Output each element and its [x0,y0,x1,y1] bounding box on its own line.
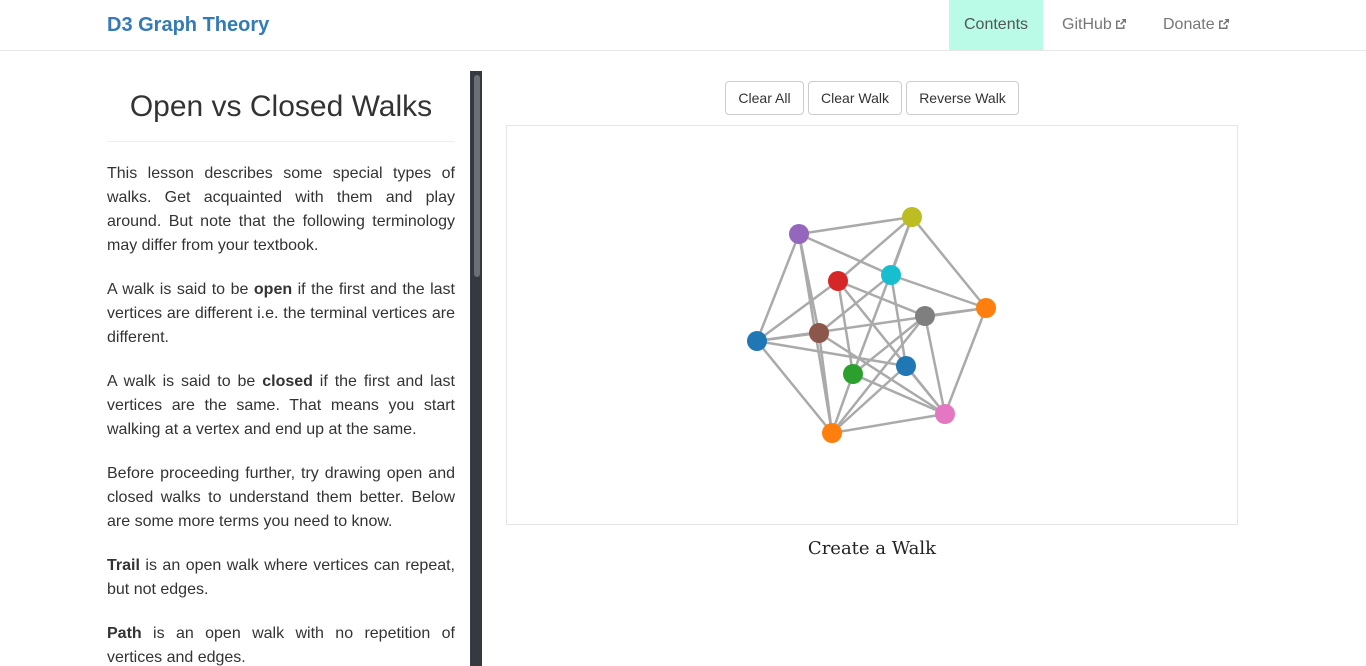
nav-github-label: GitHub [1062,16,1112,33]
graph-vertex[interactable] [822,423,842,443]
scrollbar-thumb[interactable] [474,75,480,277]
graph-vertex[interactable] [828,271,848,291]
graph-canvas-panel[interactable] [506,125,1238,525]
external-link-icon [1115,19,1126,29]
reverse-walk-button[interactable]: Reverse Walk [906,81,1019,115]
nav-github[interactable]: GitHub [1047,0,1142,50]
graph-edge[interactable] [756,339,907,368]
graph-vertex[interactable] [896,356,916,376]
brand-link[interactable]: D3 Graph Theory [107,13,269,37]
path-definition: Path is an open walk with no repetition … [107,622,455,666]
page-title: Open vs Closed Walks [107,89,455,142]
text-fragment: A walk is said to be [107,281,254,298]
trail-definition: Trail is an open walk where vertices can… [107,554,455,602]
text-fragment: is an open walk with no repetition of ve… [107,625,455,666]
navbar: D3 Graph Theory Contents GitHub Donate [0,0,1366,51]
term-trail: Trail [107,557,140,574]
open-walk-definition: A walk is said to be open if the first a… [107,278,455,350]
term-path: Path [107,625,142,642]
graph-vertex[interactable] [809,323,829,343]
external-link-icon [1218,19,1229,29]
term-open: open [253,281,293,298]
graph-caption: Create a Walk [807,538,937,559]
term-closed: closed [262,373,313,390]
graph-edge[interactable] [923,315,947,415]
graph-vertex[interactable] [976,298,996,318]
graph-vertex[interactable] [902,207,922,227]
nav-contents[interactable]: Contents [949,0,1043,50]
graph-vertex[interactable] [881,265,901,285]
closed-walk-definition: A walk is said to be closed if the first… [107,370,455,442]
graph-edge[interactable] [798,232,892,277]
graph-vertex[interactable] [843,364,863,384]
graph-vertex[interactable] [789,224,809,244]
text-fragment: A walk is said to be [107,373,263,390]
edges-layer [755,215,988,435]
nav-donate-label: Donate [1163,16,1215,33]
graph-edge[interactable] [943,307,988,415]
clear-walk-button[interactable]: Clear Walk [808,81,902,115]
clear-all-button[interactable]: Clear All [725,81,804,115]
graph-vertex[interactable] [747,331,767,351]
graph-vertex[interactable] [915,306,935,326]
graph-svg[interactable] [507,126,1237,524]
graph-edge[interactable] [818,331,946,416]
lesson-intro: This lesson describes some special types… [107,165,455,254]
graph-vertex[interactable] [935,404,955,424]
lesson-sidebar[interactable]: Open vs Closed Walks This lesson describ… [107,51,455,666]
nav-contents-label: Contents [964,16,1029,33]
graph-edge[interactable] [852,372,946,416]
text-fragment: is an open walk where vertices can repea… [107,557,455,598]
sidebar-scrollbar[interactable] [470,71,482,666]
proceed-paragraph: Before proceeding further, try drawing o… [107,465,455,530]
nav-donate[interactable]: Donate [1148,0,1245,50]
